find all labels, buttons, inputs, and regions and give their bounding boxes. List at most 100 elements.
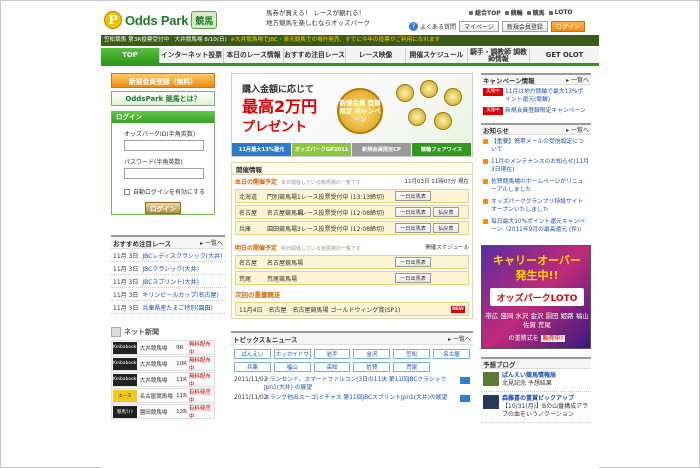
- featured-race-item[interactable]: 11月 3日 JBCレディスクラシック(大井): [111, 249, 225, 262]
- news-item[interactable]: 2011/11/02 トランセンド、スマートファルコン(3日の11決 第11回JB…: [234, 376, 470, 392]
- notice-item[interactable]: 佐賀競馬場のホームページがリニューアルしました: [483, 178, 589, 194]
- logo[interactable]: P Odds Park 競馬: [104, 9, 218, 31]
- campaign-more-link[interactable]: ▸ 一覧へ: [566, 75, 589, 84]
- bullet-icon: [483, 219, 488, 224]
- banner-tab[interactable]: 競輪フェアワイス: [412, 143, 472, 156]
- newspaper-logo-icon: 競馬ﾗｲﾌ: [113, 405, 137, 418]
- blog-header: 予想ブログ: [481, 357, 591, 369]
- auto-login-checkbox[interactable]: 自動ログインを有効にする: [124, 187, 214, 196]
- notice-item[interactable]: 毎日最大10%ポイント還元キャンペーン（2011年9月の最高還元 (件)）: [483, 218, 589, 234]
- banner-line-3: プレゼント: [242, 120, 308, 135]
- about-button[interactable]: OddsPark 競馬とは？: [111, 91, 215, 106]
- help-link[interactable]: ? よくある質問: [409, 21, 456, 32]
- nav-jockey[interactable]: 騎手・調教師 調教師情報: [468, 48, 530, 63]
- top-link-loto[interactable]: LOTO: [548, 8, 573, 17]
- newspaper-item[interactable]: Keibabook 大井競馬場 11R 無料配布中: [111, 372, 215, 388]
- register-button[interactable]: 新規会員登録: [501, 21, 548, 32]
- payout-button[interactable]: 払戻表: [432, 207, 459, 217]
- card-button[interactable]: 一日出馬表: [395, 191, 431, 201]
- nav-schedule[interactable]: 開催スケジュール: [406, 48, 468, 63]
- tagline-line-2: 地方競馬を楽しむならオッズパーク: [266, 19, 370, 27]
- grade-race-row[interactable]: 11月4日 名古屋 名古屋競馬場 ゴールドウィング賞(SP1) NEW: [235, 302, 469, 316]
- nav-video[interactable]: レース映像: [346, 48, 406, 63]
- ticker-text-2[interactable]: 大井競馬場 8/10(日): [175, 37, 227, 43]
- campaign-item[interactable]: 実施中 新規会員登録限定キャンペーン: [483, 107, 589, 115]
- newspaper-logo-icon: Keibabook: [113, 357, 137, 370]
- notice-more-link[interactable]: ▸ 一覧へ: [566, 125, 589, 134]
- login-box: ログイン オッズパークID(半角英数) パスワード(半角英数) 自動ログインを有…: [111, 111, 215, 215]
- login-submit-button[interactable]: ログイン: [145, 202, 181, 214]
- category-button[interactable]: 佐賀: [353, 362, 391, 372]
- tagline-line-1: 馬券が買える！ レースが観れる！: [266, 9, 366, 17]
- nav-featured[interactable]: おすすめ注目レース: [284, 48, 346, 63]
- newspaper-item[interactable]: Keibabook 大井競馬場 10R 無料配布中: [111, 356, 215, 372]
- ticker-text-1[interactable]: 笠松競馬 第3R投票受付中: [104, 37, 169, 43]
- newspaper-item[interactable]: エース 名古屋競馬場 11R 有料発売中: [111, 388, 215, 404]
- news-item[interactable]: 2011/11/02 スラング他出スーゴ(ミチャス 第11回JBCスプリントJpn…: [234, 394, 470, 402]
- featured-race-item[interactable]: 11月 3日 JBCスプリント(大井): [111, 275, 225, 288]
- banner-tab[interactable]: オッズパークGP2011: [292, 143, 352, 156]
- category-button[interactable]: 岩手: [313, 349, 351, 359]
- card-button[interactable]: 一日出馬表: [395, 223, 431, 233]
- category-button[interactable]: 笠松: [393, 349, 431, 359]
- top-link-keiba[interactable]: 競馬: [526, 8, 545, 17]
- notice-item[interactable]: オッズパークグランプリ特設サイトオープンいたしました: [483, 198, 589, 214]
- blog-section: 予想ブログ ばんえい競馬情報局 北見記念 予想結果 森藤喜の重賞ピックアップ 【10…: [481, 357, 591, 423]
- password-input[interactable]: [124, 168, 204, 179]
- ticker-warn[interactable]: ※大井競馬場でJBC・楽天競馬での場外発売、すでに今年の投票がご利用になれます: [230, 37, 440, 43]
- nav-race-info[interactable]: 本日のレース情報: [224, 48, 284, 63]
- newspaper-item[interactable]: 競馬ﾗｲﾌ 園田競馬場 12R 有料発売中: [111, 404, 215, 420]
- notice-list: 【重要】携帯メールの受信設定について 11月のメンテナンスのお知らせ(11月3日…: [481, 135, 591, 241]
- category-button[interactable]: ばんえい: [234, 349, 271, 359]
- nav-internet-vote[interactable]: インターネット投票: [160, 48, 224, 63]
- topics-more-link[interactable]: ▸ 一覧へ: [448, 334, 471, 343]
- featured-races-header: おすすめ注目レース ▸ 一覧へ: [111, 237, 225, 249]
- featured-more-link[interactable]: ▸ 一覧へ: [200, 238, 223, 247]
- id-input[interactable]: [124, 140, 204, 151]
- featured-race-item[interactable]: 11月 3日 キリンビールカップ(名古屋): [111, 288, 225, 301]
- nav-top[interactable]: TOP: [101, 48, 160, 63]
- checkbox-icon[interactable]: [124, 188, 130, 195]
- banner-tab[interactable]: 11月最大13%還元: [232, 143, 292, 156]
- notice-item[interactable]: 11月のメンテナンスのお知らせ(11月3日現在): [483, 158, 589, 174]
- category-button[interactable]: 兵庫: [234, 362, 271, 372]
- carryover-banner[interactable]: キャリーオーバー 発生中!! オッズパークLOTO 帯広 盛岡 水沢 金沢 園田…: [481, 245, 591, 349]
- tomorrow-race-row: 名古屋 名古屋競馬場 一日出馬表: [235, 255, 469, 269]
- category-button[interactable]: 荒尾: [393, 362, 431, 372]
- category-button[interactable]: 金沢: [353, 349, 391, 359]
- top-link-total[interactable]: 総合TOP: [469, 8, 501, 17]
- card-button[interactable]: 一日出馬表: [395, 257, 431, 267]
- category-button[interactable]: 福山: [273, 362, 311, 372]
- mypage-button[interactable]: マイページ: [459, 21, 499, 32]
- coin-icon: [434, 112, 452, 130]
- featured-race-item[interactable]: 11月 3日 JBCクラシック(大井): [111, 262, 225, 275]
- campaign-banner[interactable]: 購入金額に応じて 最高2万円 プレゼント 新規会員 登録限定 キャンペーン 11…: [231, 73, 473, 157]
- category-button[interactable]: ホッカイドウ: [273, 349, 311, 359]
- newspaper-logo-icon: Keibabook: [113, 373, 137, 386]
- featured-race-item[interactable]: 11月 3日 兵庫県産たまご特別(園田): [111, 301, 225, 314]
- topics-header: トピックス＆ニュース ▸ 一覧へ: [231, 333, 473, 345]
- notice-item[interactable]: 【重要】携帯メールの受信設定について: [483, 138, 589, 154]
- top-link-keirin[interactable]: 競輪: [504, 8, 523, 17]
- bullet-icon: [483, 159, 488, 164]
- right-column: キャンペーン情報 ▸ 一覧へ 実施中 11月は地方競輪で最大13%ポイント還元(競…: [481, 73, 591, 423]
- nav-getolot[interactable]: GET OLOT: [530, 48, 599, 63]
- blog-item[interactable]: 森藤喜の重賞ピックアップ 【10/31(月)】Bの山番構成アラブの血をいうノクーシ…: [481, 392, 591, 423]
- register-free-button[interactable]: 新規会員登録（無料）: [111, 73, 215, 88]
- login-button[interactable]: ログイン: [550, 21, 585, 32]
- category-button[interactable]: 高知: [313, 362, 351, 372]
- newspaper-item[interactable]: Keibabook 大井競馬場 9R 無料配布中: [111, 340, 215, 356]
- payout-button[interactable]: 払戻表: [432, 223, 459, 233]
- header: P Odds Park 競馬 馬券が買える！ レースが観れる！ 地方競馬を楽しむ…: [101, 5, 599, 33]
- password-label: パスワード(半角英数): [124, 159, 183, 166]
- banner-tab[interactable]: 新規会員限定CP: [352, 143, 412, 156]
- card-button[interactable]: 一日出馬表: [395, 207, 431, 217]
- ongoing-badge: 実施中: [483, 107, 503, 115]
- left-column: 新規会員登録（無料） OddsPark 競馬とは？ ログイン オッズパークID(…: [111, 73, 225, 420]
- schedule-link[interactable]: 開催スケジュール: [425, 243, 469, 251]
- blog-item[interactable]: ばんえい競馬情報局 北見記念 予想結果: [481, 369, 591, 392]
- category-button[interactable]: 名古屋: [433, 349, 470, 359]
- campaign-item[interactable]: 実施中 11月は地方競輪で最大13%ポイント還元(競輪): [483, 88, 589, 104]
- grade-race-header: 次回の重賞競走: [235, 291, 281, 299]
- card-button[interactable]: 一日出馬表: [395, 273, 431, 283]
